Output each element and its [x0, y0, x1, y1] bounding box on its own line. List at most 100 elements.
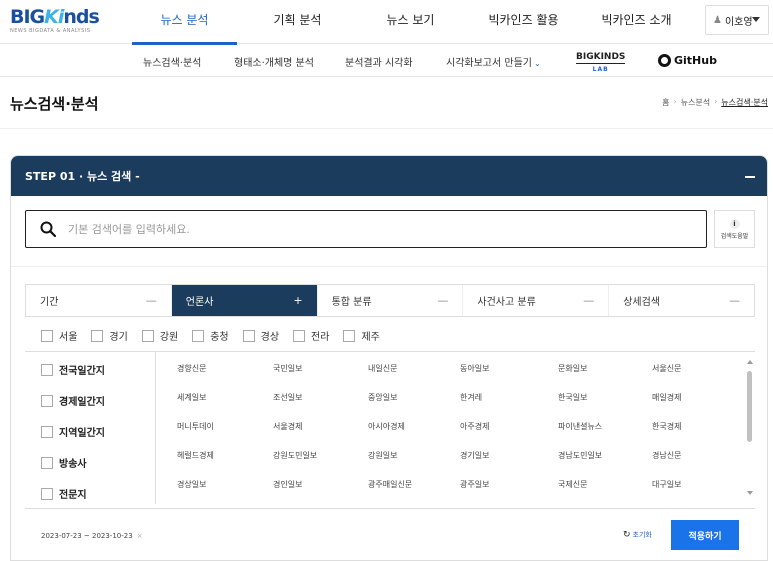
media-item[interactable]: 서울신문	[652, 363, 681, 374]
bigkinds-lab-link[interactable]: BIGKINDS LAB	[576, 52, 626, 75]
selected-date-range: 2023-07-23 ~ 2023-10-23 ×	[41, 532, 143, 540]
reset-button[interactable]: ↻ 초기화	[623, 530, 652, 540]
media-item[interactable]: 아시아경제	[368, 421, 405, 432]
tab-advanced-search[interactable]: 상세검색 —	[609, 285, 754, 316]
tab-incident-category[interactable]: 사건사고 분류 —	[463, 285, 610, 316]
logo-part-1: BIG	[10, 6, 45, 28]
submenu-visualization[interactable]: 분석결과 시각화	[345, 54, 413, 69]
search-help-button[interactable]: i 검색도움말	[714, 210, 755, 248]
region-label: 충청	[210, 332, 229, 343]
region-checkbox[interactable]: 제주	[343, 328, 380, 343]
category-label: 방송사	[59, 459, 87, 470]
media-item[interactable]: 강원일보	[368, 450, 397, 461]
main-menu-bigkinds-use[interactable]: 빅카인즈 활용	[467, 0, 580, 44]
bigkinds-logo[interactable]: BIGKinds NEWS BIGDATA & ANALYSIS	[10, 7, 100, 37]
checkbox-icon	[41, 425, 53, 438]
breadcrumb-sep-icon: ›	[673, 97, 677, 106]
breadcrumb-current[interactable]: 뉴스검색·분석	[721, 97, 768, 108]
media-item[interactable]: 한겨레	[460, 392, 482, 403]
sub-navigation: 뉴스검색·분석 형태소·개체명 분석 분석결과 시각화 시각화보고서 만들기 ⌄ …	[0, 44, 773, 77]
region-checkbox[interactable]: 전라	[293, 328, 329, 343]
media-item[interactable]: 파이낸셜뉴스	[558, 421, 602, 432]
tab-incident-label: 사건사고 분류	[477, 297, 536, 308]
media-item[interactable]: 경남신문	[652, 450, 681, 461]
media-item[interactable]: 경인일보	[273, 479, 302, 490]
refresh-icon: ↻	[623, 530, 631, 540]
media-item[interactable]: 아주경제	[460, 421, 489, 432]
media-item[interactable]: 강원도민일보	[273, 450, 317, 461]
region-checkbox[interactable]: 경상	[242, 328, 279, 343]
main-menu-bigkinds-about[interactable]: 빅카인즈 소개	[580, 0, 693, 44]
category-checkbox[interactable]: 지역일간지	[41, 424, 105, 439]
region-label: 서울	[59, 332, 78, 343]
github-link[interactable]: GitHub	[658, 54, 717, 67]
media-item[interactable]: 조선일보	[273, 392, 302, 403]
media-item[interactable]: 국제신문	[558, 479, 587, 490]
scrollbar-thumb[interactable]	[747, 371, 752, 442]
media-item[interactable]: 경상일보	[177, 479, 206, 490]
checkbox-icon	[242, 329, 255, 342]
submenu-news-search[interactable]: 뉴스검색·분석	[143, 54, 201, 69]
media-item[interactable]: 매일경제	[652, 392, 681, 403]
main-menu-news-view[interactable]: 뉴스 보기	[354, 0, 467, 44]
main-menu-news-analysis[interactable]: 뉴스 분석	[128, 0, 241, 45]
media-item[interactable]: 헤럴드경제	[177, 450, 214, 461]
tab-integrated-category[interactable]: 통합 분류 —	[318, 285, 464, 316]
media-row: 경상일보 경인일보 광주매일신문 광주일보 국제신문 대구일보	[162, 479, 732, 493]
user-menu-button[interactable]: ♟ 이호영	[705, 5, 769, 35]
media-item[interactable]: 세계일보	[177, 392, 206, 403]
media-item[interactable]: 대구일보	[652, 479, 681, 490]
media-item[interactable]: 문화일보	[558, 363, 587, 374]
media-item[interactable]: 중앙일보	[368, 392, 397, 403]
category-label: 전국일간지	[59, 366, 105, 377]
logo-part-3: nds	[63, 6, 99, 28]
region-label: 전라	[311, 332, 330, 343]
date-range-text: 2023-07-23 ~ 2023-10-23	[41, 532, 133, 540]
media-item[interactable]: 서울경제	[273, 421, 302, 432]
category-checkbox[interactable]: 방송사	[41, 455, 87, 470]
clear-date-icon[interactable]: ×	[137, 532, 143, 540]
submenu-report-builder[interactable]: 시각화보고서 만들기 ⌄	[446, 54, 541, 69]
region-checkbox[interactable]: 강원	[141, 328, 178, 343]
media-item[interactable]: 경기일보	[460, 450, 489, 461]
region-checkbox[interactable]: 경기	[91, 328, 128, 343]
scroll-down-icon[interactable]	[747, 491, 753, 495]
media-item[interactable]: 내일신문	[368, 363, 397, 374]
collapse-icon[interactable]	[745, 176, 755, 178]
main-menu-planned-analysis[interactable]: 기획 분석	[241, 0, 354, 44]
media-item[interactable]: 경향신문	[177, 363, 206, 374]
media-item[interactable]: 동아일보	[460, 363, 489, 374]
search-input[interactable]	[68, 222, 668, 236]
media-item[interactable]: 광주일보	[460, 479, 489, 490]
checkbox-icon	[41, 487, 53, 500]
breadcrumb-home[interactable]: 홈	[662, 97, 669, 108]
region-checkbox[interactable]: 서울	[41, 328, 77, 343]
media-item[interactable]: 한국일보	[558, 392, 587, 403]
category-checkbox[interactable]: 전문지	[41, 486, 87, 501]
media-item[interactable]: 국민일보	[273, 363, 302, 374]
media-item[interactable]: 머니투데이	[177, 421, 214, 432]
category-checkbox[interactable]: 경제일간지	[41, 393, 105, 408]
top-navigation: BIGKinds NEWS BIGDATA & ANALYSIS 뉴스 분석 기…	[0, 0, 773, 45]
media-item[interactable]: 한국경제	[652, 421, 681, 432]
media-list-scrollbar[interactable]	[747, 360, 753, 495]
step-title: STEP 01 · 뉴스 검색 -	[25, 170, 140, 183]
checkbox-icon	[293, 329, 306, 342]
media-item[interactable]: 광주매일신문	[368, 479, 412, 490]
tab-period[interactable]: 기간 —	[26, 285, 172, 316]
media-item[interactable]: 경남도민일보	[558, 450, 602, 461]
submenu-morpheme-analysis[interactable]: 형태소·개체명 분석	[234, 54, 314, 69]
info-icon: i	[729, 218, 740, 229]
divider	[0, 128, 773, 129]
expand-icon: —	[145, 294, 157, 307]
step-panel: STEP 01 · 뉴스 검색 - i 검색도움말 기간 — 언론사 + 통합 분류…	[10, 155, 768, 561]
scroll-up-icon[interactable]	[747, 360, 753, 364]
category-checkbox[interactable]: 전국일간지	[41, 362, 105, 377]
apply-button[interactable]: 적용하기	[671, 520, 739, 550]
breadcrumb-section[interactable]: 뉴스분석	[681, 97, 710, 108]
bigkinds-lab-top: BIGKINDS	[576, 52, 626, 62]
region-checkboxes: 서울 경기 강원 충청 경상 전라 제주	[41, 328, 380, 343]
tab-media[interactable]: 언론사 +	[171, 285, 318, 316]
divider	[25, 508, 755, 509]
region-checkbox[interactable]: 충청	[192, 328, 229, 343]
